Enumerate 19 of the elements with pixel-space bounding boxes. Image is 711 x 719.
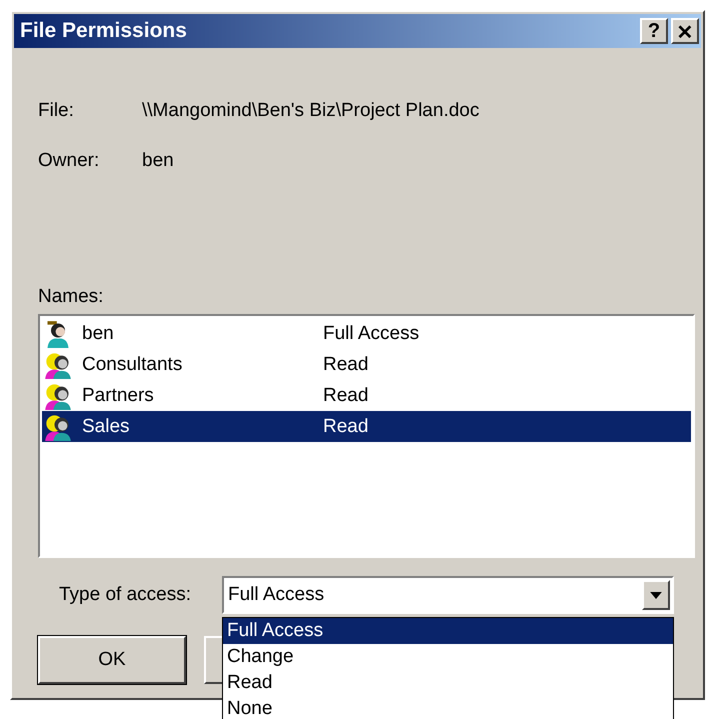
- dropdown-option[interactable]: None: [223, 696, 673, 719]
- names-row[interactable]: Partners Read: [42, 380, 691, 411]
- dropdown-option[interactable]: Read: [223, 670, 673, 696]
- dropdown-option[interactable]: Full Access: [223, 618, 673, 644]
- names-row[interactable]: Sales Read: [42, 411, 691, 442]
- file-label: File:: [38, 100, 75, 122]
- window-title: File Permissions: [20, 19, 187, 43]
- file-path: \\Mangomind\Ben's Biz\Project Plan.doc: [142, 100, 480, 122]
- names-row[interactable]: ben Full Access: [42, 318, 691, 349]
- type-of-access-label: Type of access:: [58, 584, 192, 606]
- names-row[interactable]: Consultants Read: [42, 349, 691, 380]
- owner-name: ben: [142, 150, 174, 172]
- access-dropdown[interactable]: Full Access: [222, 576, 674, 614]
- dropdown-option[interactable]: Change: [223, 644, 673, 670]
- owner-label: Owner:: [38, 150, 100, 172]
- ok-button[interactable]: OK: [38, 636, 186, 684]
- close-button[interactable]: ✕: [671, 18, 699, 44]
- help-button[interactable]: ?: [640, 18, 668, 44]
- names-label: Names:: [38, 286, 104, 308]
